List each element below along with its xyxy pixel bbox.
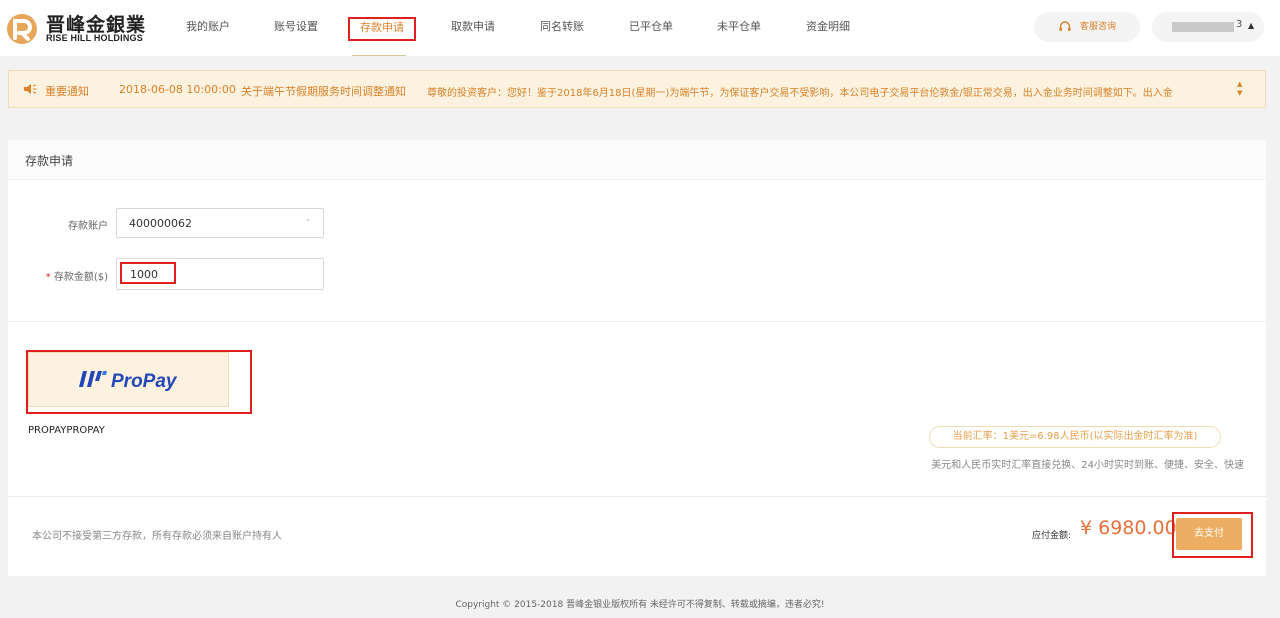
logo-english-name: RISE HILL HOLDINGS	[46, 33, 143, 43]
payment-method-name: PROPAYPROPAY	[28, 425, 105, 436]
notice-scroll-down-icon[interactable]: ▼	[1237, 89, 1242, 98]
deposit-account-value: 400000062	[129, 217, 192, 230]
user-menu-button[interactable]: 3 ▲	[1152, 12, 1264, 42]
masked-username	[1172, 22, 1234, 32]
deposit-amount-label-text: 存款金额($)	[53, 272, 108, 283]
nav-open-orders[interactable]: 未平仓单	[717, 17, 761, 41]
deposit-amount-label: * 存款金额($)	[18, 268, 108, 283]
required-mark: *	[45, 272, 51, 283]
headset-icon	[1059, 21, 1071, 31]
company-logo[interactable]: 晋峰金銀業 RISE HILL HOLDINGS	[6, 8, 156, 48]
nav-fund-details[interactable]: 资金明细	[806, 17, 850, 41]
footer-copyright: Copyright © 2015-2018 晋峰金银业版权所有 未经许可不得复制…	[455, 600, 825, 610]
amount-due-value: ¥ 6980.00	[1080, 517, 1177, 539]
go-pay-button[interactable]: 去支付	[1176, 518, 1242, 550]
section-divider	[8, 496, 1266, 497]
chevron-up-icon: ⌃	[305, 218, 311, 226]
deposit-account-select[interactable]: 400000062 ⌃	[116, 208, 324, 238]
logo-mark-icon	[7, 14, 37, 44]
section-divider	[8, 321, 1266, 322]
notice-datetime: 2018-06-08 10:00:00	[119, 83, 236, 96]
exchange-rate-badge: 当前汇率：1美元=6.98人民币(以实际出金时汇率为准)	[929, 426, 1221, 448]
propay-logo-icon: ProPay	[79, 371, 178, 392]
notice-body: 尊敬的投资客户：您好！鉴于2018年6月18日(星期一)为端午节，为保证客户交易…	[427, 88, 1173, 99]
active-nav-underline	[352, 55, 406, 56]
nav-same-name-transfer[interactable]: 同名转账	[540, 17, 584, 41]
caret-up-icon: ▲	[1248, 21, 1255, 30]
nav-deposit-request[interactable]: 存款申请	[348, 17, 416, 41]
amount-due-label: 应付金额:	[1032, 531, 1072, 541]
nav-closed-orders[interactable]: 已平仓单	[629, 17, 673, 41]
propay-payment-option[interactable]: ProPay	[28, 352, 229, 407]
deposit-account-label: 存款账户	[68, 221, 108, 232]
third-party-disclaimer: 本公司不接受第三方存款，所有存款必须来自账户持有人	[32, 531, 282, 542]
exchange-rate-description: 美元和人民币实时汇率直接兑换、24小时实时到账、便捷、安全、快速	[931, 460, 1244, 471]
nav-withdraw-request[interactable]: 取款申请	[451, 17, 495, 41]
deposit-amount-value: 1000	[130, 268, 158, 281]
card-header: 存款申请	[8, 140, 1266, 180]
customer-service-label: 客服咨询	[1080, 22, 1117, 32]
page-title: 存款申请	[25, 154, 74, 168]
nav-my-account[interactable]: 我的账户	[186, 17, 230, 41]
propay-brand-text: ProPay	[111, 371, 178, 392]
username-suffix: 3	[1236, 19, 1243, 30]
notice-label: 重要通知	[45, 85, 89, 98]
top-header: 晋峰金銀業 RISE HILL HOLDINGS 我的账户 账号设置 存款申请 …	[0, 0, 1280, 56]
important-notice-bar[interactable]: 重要通知 2018-06-08 10:00:00 关于端午节假期服务时间调整通知…	[8, 70, 1266, 108]
nav-account-settings[interactable]: 账号设置	[274, 17, 318, 41]
customer-service-button[interactable]: 客服咨询	[1034, 12, 1140, 42]
speaker-icon	[24, 84, 37, 94]
deposit-amount-input[interactable]: 1000	[116, 258, 324, 290]
notice-scroll-up-icon[interactable]: ▲	[1237, 80, 1242, 89]
deposit-form-card: 存款申请 存款账户 400000062 ⌃ * 存款金额($) 1000 Pro…	[8, 140, 1266, 576]
notice-scroll-icon[interactable]: ▲ ▼	[1237, 80, 1242, 98]
notice-title[interactable]: 关于端午节假期服务时间调整通知	[241, 83, 406, 99]
